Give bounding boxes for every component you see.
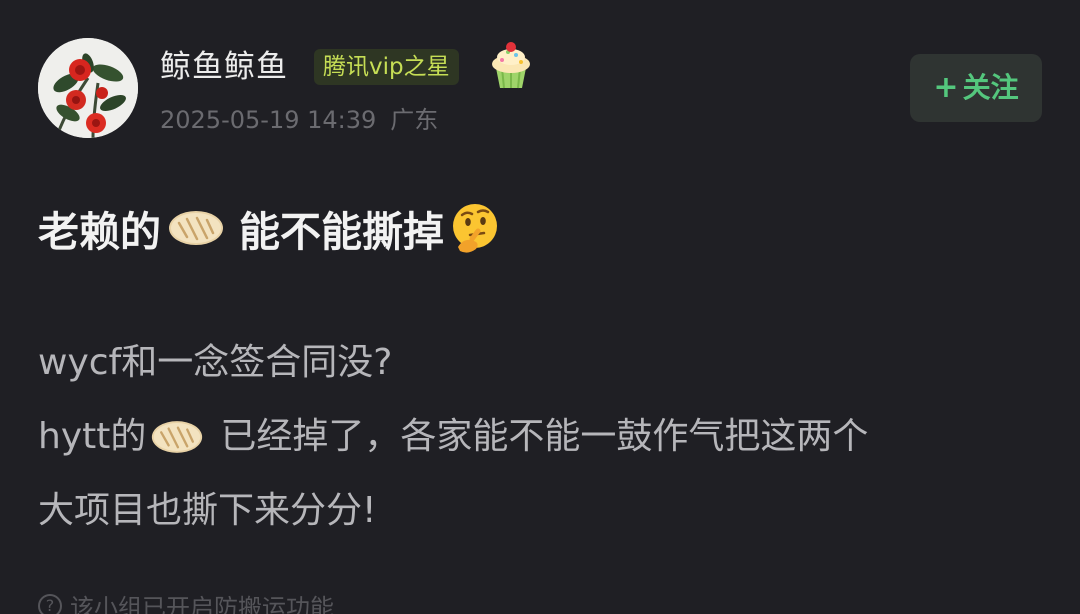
- vip-badge[interactable]: 腾讯vip之星: [314, 49, 459, 85]
- body-line: wycf和一念签合同没?: [38, 326, 1048, 400]
- post-body: wycf和一念签合同没? hytt的 已经掉了，各家能不能一鼓作气把这两个 大项…: [38, 326, 1048, 548]
- title-suffix: 能不能撕掉: [239, 208, 444, 256]
- cupcake-icon: [492, 42, 530, 89]
- post-meta: 2025-05-19 14:39 广东: [160, 102, 438, 138]
- author-name[interactable]: 鲸鱼鲸鱼: [160, 45, 288, 89]
- anti-repost-notice: ? 该小组已开启防搬运功能: [38, 588, 334, 614]
- title-prefix: 老赖的: [38, 208, 161, 256]
- post-datetime: 2025-05-19 14:39: [160, 106, 377, 134]
- pancake-emoji-icon: [169, 211, 223, 245]
- post-page: 鲸鱼鲸鱼 腾讯vip之星 2025-05-19 14:39 广东 + 关注 老赖的 …: [0, 0, 1080, 614]
- body-line-2-suffix: 已经掉了，各家能不能一鼓作气把这两个: [220, 416, 869, 457]
- plus-icon: +: [933, 70, 959, 105]
- body-line: 大项目也撕下来分分!: [38, 474, 1048, 548]
- body-line-2-prefix: hytt的: [38, 416, 147, 457]
- follow-button[interactable]: + 关注: [910, 54, 1042, 122]
- follow-label: 关注: [962, 71, 1019, 104]
- question-circle-icon: ?: [38, 593, 62, 614]
- thinking-face-emoji-icon: [453, 204, 497, 253]
- red-flowers-avatar-icon: [38, 38, 138, 138]
- body-line: hytt的 已经掉了，各家能不能一鼓作气把这两个: [38, 400, 1048, 474]
- post-title: 老赖的 能不能撕掉: [38, 196, 502, 260]
- body-line-3: 大项目也撕下来分分!: [38, 490, 377, 531]
- pancake-emoji-icon: [152, 421, 203, 453]
- post-location: 广东: [390, 106, 439, 134]
- notice-text: 该小组已开启防搬运功能: [70, 594, 334, 614]
- body-line-1: wycf和一念签合同没?: [38, 342, 393, 383]
- avatar[interactable]: [38, 38, 138, 138]
